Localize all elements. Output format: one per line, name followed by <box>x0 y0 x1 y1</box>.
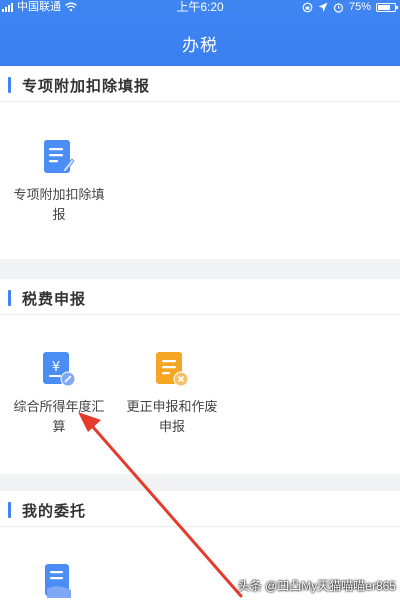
section-title: 税费申报 <box>22 291 87 308</box>
section-title: 专项附加扣除填报 <box>22 78 151 95</box>
alarm-icon <box>333 2 344 13</box>
section-tax-filing: 税费申报 ¥ 综合所得年度汇算 更正申报和作废申报 <box>0 279 400 474</box>
section-header: 我的委托 <box>0 491 400 527</box>
section-title: 我的委托 <box>22 503 87 520</box>
item-label: 更正申报和作废申报 <box>126 399 218 434</box>
section-special-deduction: 专项附加扣除填报 专项附加扣除填报 <box>0 66 400 259</box>
battery-fill <box>378 4 390 10</box>
item-label: 专项附加扣除填报 <box>13 187 105 222</box>
section-accent-bar <box>8 290 11 306</box>
delegation-document-icon <box>45 564 71 598</box>
watermark-text: 头条 @凹凸My天猫喵喵er865 <box>237 579 396 593</box>
watermark: 头条 @凹凸My天猫喵喵er865 <box>238 577 396 594</box>
battery-icon <box>376 2 398 12</box>
special-deduction-filing-button[interactable]: 专项附加扣除填报 <box>0 139 118 225</box>
battery-percent: 75% <box>348 1 371 13</box>
document-edit-icon <box>44 140 75 173</box>
annual-comprehensive-income-button[interactable]: ¥ 综合所得年度汇算 <box>0 351 118 437</box>
delegation-button[interactable] <box>0 563 118 599</box>
rotation-lock-icon <box>302 2 313 12</box>
svg-text:¥: ¥ <box>52 360 60 375</box>
tax-document-yuan-icon: ¥ <box>43 352 76 387</box>
section-accent-bar <box>8 502 11 518</box>
void-document-icon <box>156 352 189 387</box>
section-accent-bar <box>8 77 11 93</box>
item-label: 综合所得年度汇算 <box>13 399 105 434</box>
status-bar: 中国联通 上午6:20 75% <box>0 0 400 14</box>
section-header: 专项附加扣除填报 <box>0 66 400 102</box>
status-right: 75% <box>302 0 398 14</box>
correct-void-filing-button[interactable]: 更正申报和作废申报 <box>113 351 231 437</box>
app-header: 中国联通 上午6:20 75% 办税 <box>0 0 400 66</box>
page-title: 办税 <box>182 36 218 55</box>
location-icon <box>318 2 328 12</box>
section-header: 税费申报 <box>0 279 400 315</box>
